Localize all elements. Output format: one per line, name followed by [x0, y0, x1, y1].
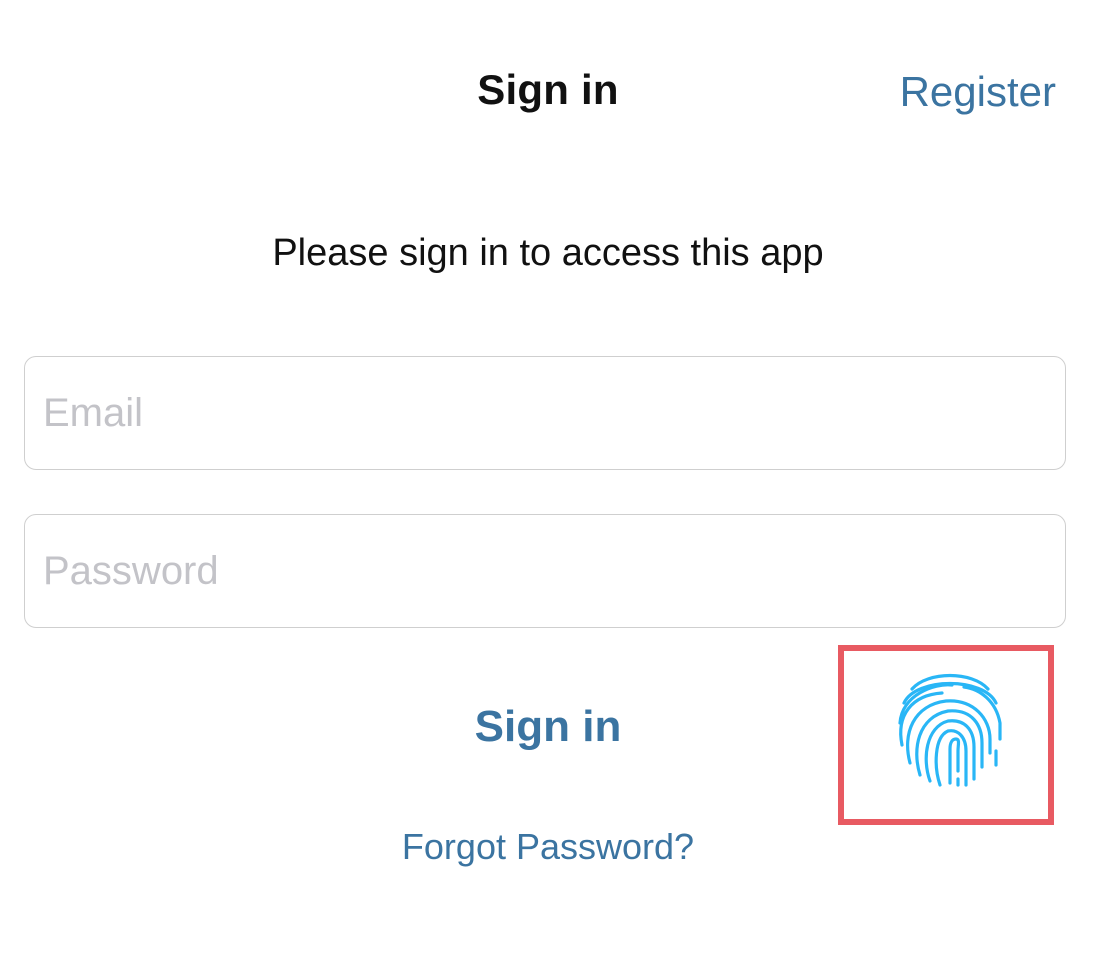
password-field[interactable] — [24, 514, 1066, 628]
sign-in-prompt: Please sign in to access this app — [272, 232, 824, 274]
forgot-password-link[interactable]: Forgot Password? — [0, 826, 1096, 868]
password-input[interactable] — [25, 515, 1065, 627]
email-field[interactable] — [24, 356, 1066, 470]
email-input[interactable] — [25, 357, 1065, 469]
fingerprint-button[interactable] — [838, 645, 1054, 825]
fingerprint-icon — [898, 673, 1002, 787]
register-button[interactable]: Register — [900, 68, 1056, 116]
